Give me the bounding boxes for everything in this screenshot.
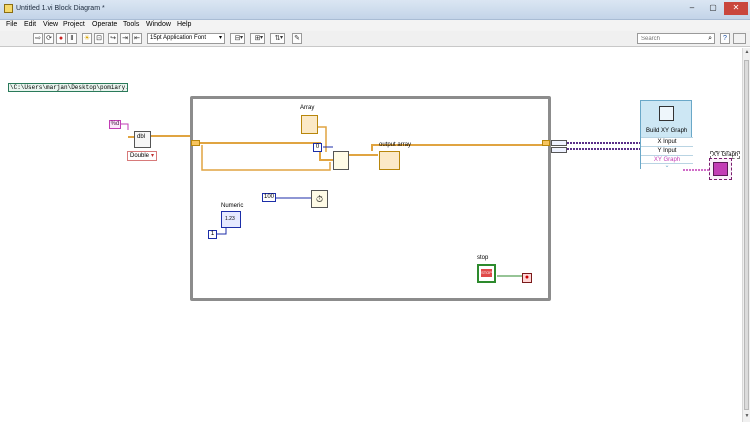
build-xy-graph-title: Build XY Graph — [646, 128, 688, 134]
wire-format — [121, 123, 129, 130]
scroll-down-icon[interactable]: ▼ — [744, 413, 750, 421]
build-array-y-node[interactable] — [551, 147, 567, 153]
menu-operate[interactable]: Operate — [92, 21, 117, 28]
highlight-execution-icon[interactable]: ☀ — [82, 33, 92, 44]
maximize-button[interactable]: ▢ — [703, 2, 723, 15]
read-node-label: dbl — [137, 134, 146, 140]
index-array-node[interactable] — [333, 151, 349, 170]
numeric-display: 1.23 — [225, 216, 235, 222]
dropdown-arrow-icon: ▾ — [150, 153, 154, 159]
minimize-button[interactable]: – — [682, 2, 702, 15]
help-icon[interactable]: ? — [720, 33, 730, 44]
abort-icon[interactable]: ● — [56, 33, 66, 44]
scroll-up-icon[interactable]: ▲ — [744, 49, 750, 57]
wait-ms-constant[interactable]: 100 — [262, 193, 276, 202]
distribute-objects-icon[interactable]: ⊞ — [250, 33, 265, 44]
stop-button-face: STOP — [481, 269, 492, 277]
step-over-icon[interactable]: ⇥ — [120, 33, 130, 44]
labview-block-diagram-window: Untitled 1.vi Block Diagram * – ▢ ✕ File… — [0, 0, 750, 422]
step-into-icon[interactable]: ↪ — [108, 33, 118, 44]
array-label: Array — [300, 105, 315, 111]
loop-input-tunnel[interactable] — [191, 140, 200, 146]
search-box[interactable]: ⌕ — [637, 33, 715, 44]
menu-edit[interactable]: Edit — [24, 21, 36, 28]
menu-project[interactable]: Project — [63, 21, 85, 28]
close-button[interactable]: ✕ — [724, 2, 748, 15]
express-vi-footer[interactable]: ⌄ — [641, 163, 693, 169]
title-bar: Untitled 1.vi Block Diagram * – ▢ ✕ — [0, 0, 750, 20]
cleanup-diagram-icon[interactable]: ✎ — [292, 33, 302, 44]
font-select[interactable]: 15pt Application Font — [147, 33, 225, 44]
index-constant[interactable]: 0 — [313, 143, 322, 152]
stop-button-terminal[interactable]: STOP — [477, 264, 496, 283]
menu-view[interactable]: View — [43, 21, 58, 28]
step-out-icon[interactable]: ⇤ — [132, 33, 142, 44]
xy-graph-terminal[interactable] — [709, 158, 732, 180]
build-xy-graph-icon — [659, 106, 674, 121]
toolbar: ⇨ ⟳ ● Ⅱ ☀ ⊡ ↪ ⇥ ⇤ 15pt Application Font … — [0, 31, 750, 47]
output-array-label: output array — [379, 142, 412, 148]
scroll-thumb[interactable] — [744, 60, 749, 410]
wait-ms-node[interactable]: ⏱ — [311, 190, 328, 208]
menu-help[interactable]: Help — [177, 21, 191, 28]
menu-tools[interactable]: Tools — [123, 21, 139, 28]
loop-condition-terminal[interactable]: ● — [522, 273, 532, 283]
search-icon[interactable]: ⌕ — [708, 34, 712, 43]
xy-graph-icon — [713, 162, 728, 176]
vertical-scrollbar[interactable]: ▲ ▼ — [742, 48, 750, 422]
search-input[interactable] — [638, 34, 700, 43]
vi-icon — [733, 33, 746, 44]
numeric-indicator[interactable]: 1.23 — [221, 211, 241, 228]
numeric-label: Numeric — [221, 203, 244, 209]
read-spreadsheet-file-node[interactable]: dbl — [134, 131, 151, 148]
labview-app-icon — [4, 4, 13, 13]
reorder-icon[interactable]: ⇅ — [270, 33, 285, 44]
type-ring[interactable]: Double ▾ — [127, 151, 157, 161]
path-constant[interactable]: \C:\Users\marjan\Desktop\pomiary.txt — [8, 83, 128, 92]
output-array-terminal[interactable] — [379, 151, 400, 170]
y-input-row[interactable]: Y Input — [641, 146, 693, 155]
menu-file[interactable]: File — [6, 21, 17, 28]
pause-icon[interactable]: Ⅱ — [67, 33, 77, 44]
array-terminal[interactable] — [301, 115, 318, 134]
run-continuously-icon[interactable]: ⟳ — [44, 33, 54, 44]
align-objects-icon[interactable]: ⊟ — [230, 33, 245, 44]
menu-bar: File Edit View Project Operate Tools Win… — [0, 20, 750, 31]
x-input-row[interactable]: X Input — [641, 137, 693, 146]
build-xy-graph-node[interactable]: Build XY Graph X Input Y Input XY Graph … — [640, 100, 693, 169]
numeric-constant[interactable]: 1 — [208, 230, 217, 239]
build-array-x-node[interactable] — [551, 140, 567, 146]
stop-label: stop — [477, 255, 489, 261]
menu-window[interactable]: Window — [146, 21, 171, 28]
type-ring-value: Double — [130, 153, 150, 159]
window-title: Untitled 1.vi Block Diagram * — [16, 5, 105, 12]
format-string-constant[interactable]: %d — [109, 120, 121, 129]
while-loop[interactable] — [190, 96, 551, 301]
loop-output-tunnel[interactable] — [542, 140, 550, 146]
run-arrow-icon[interactable]: ⇨ — [33, 33, 43, 44]
retain-wire-values-icon[interactable]: ⊡ — [94, 33, 104, 44]
